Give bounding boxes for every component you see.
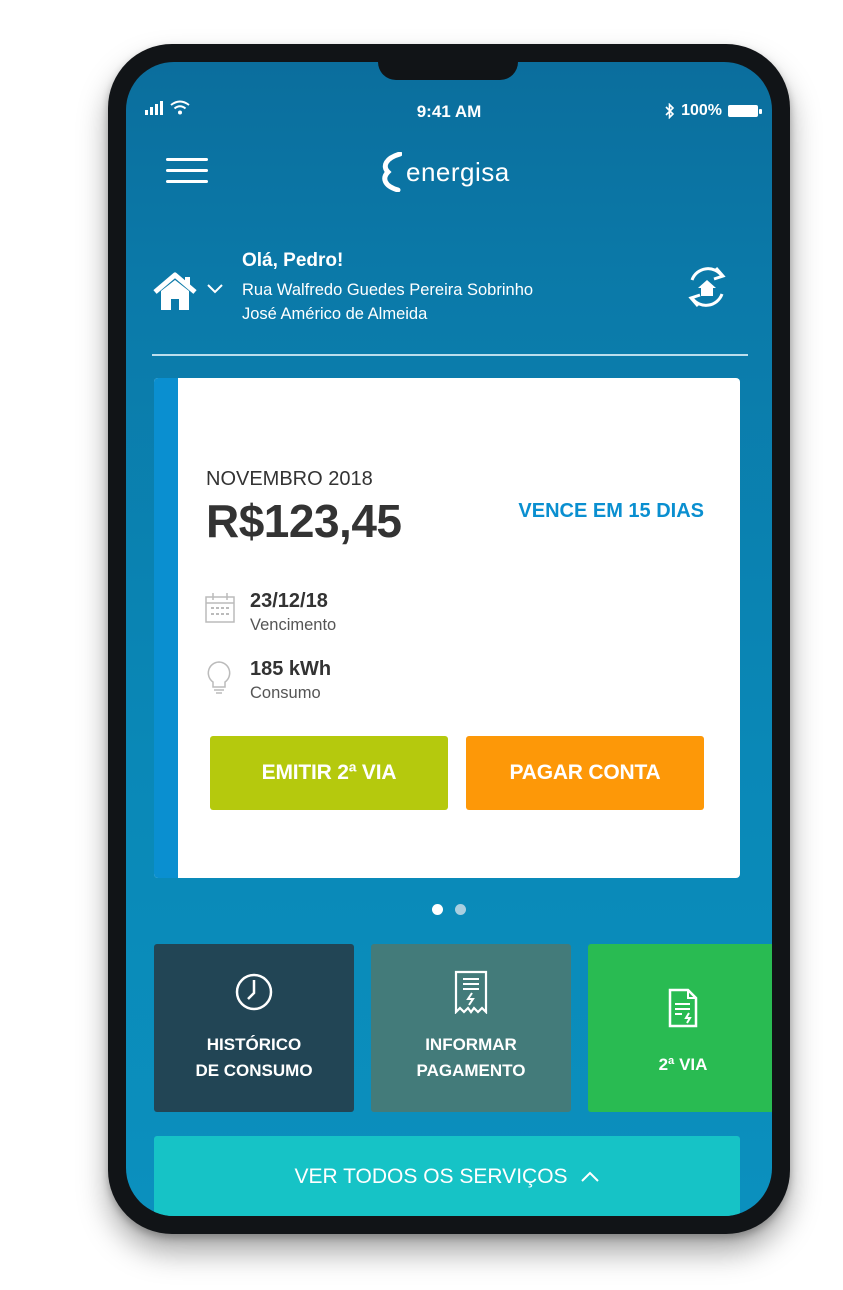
tile-label-line: DE CONSUMO (195, 1061, 313, 1080)
menu-line (166, 158, 208, 161)
brand-logo: energisa (378, 150, 510, 194)
menu-line (166, 180, 208, 183)
phone-frame: 9:41 AM 100% energisa Olá, Pedro! Rua Wa… (108, 44, 790, 1234)
all-services-button[interactable]: VER TODOS OS SERVIÇOS (154, 1136, 740, 1216)
energisa-logo-icon (382, 152, 402, 192)
tile-inform-payment[interactable]: INFORMAR PAGAMENTO (371, 944, 571, 1112)
consumption-label: Consumo (250, 684, 321, 702)
pay-bill-button[interactable]: PAGAR CONTA (466, 736, 704, 810)
carousel-indicator (126, 904, 772, 915)
account-selector[interactable]: Olá, Pedro! Rua Walfredo Guedes Pereira … (126, 246, 772, 346)
tile-label: HISTÓRICO DE CONSUMO (154, 1032, 354, 1084)
tile-duplicate-bill[interactable]: 2ª VIA (588, 944, 772, 1112)
address-line: José Américo de Almeida (242, 305, 428, 323)
app-screen: 9:41 AM 100% energisa Olá, Pedro! Rua Wa… (126, 62, 772, 1216)
bill-amount: R$123,45 (206, 495, 402, 547)
chevron-up-icon (580, 1171, 599, 1182)
carousel-dot-active[interactable] (432, 904, 443, 915)
brand-name: energisa (406, 156, 510, 187)
receipt-icon (371, 970, 571, 1014)
all-services-label: VER TODOS OS SERVIÇOS (294, 1165, 568, 1188)
due-status-badge: VENCE EM 15 DIAS (518, 500, 704, 522)
bill-card: NOVEMBRO 2018 R$123,45 VENCE EM 15 DIAS … (154, 378, 740, 878)
app-header: energisa (126, 142, 772, 202)
card-accent-strip (154, 378, 178, 878)
battery-icon (728, 105, 762, 117)
consumption-value: 185 kWh (250, 658, 332, 680)
tile-label: INFORMAR PAGAMENTO (371, 1032, 571, 1084)
due-date-label: Vencimento (250, 616, 337, 634)
header-divider (152, 354, 748, 356)
due-date-value: 23/12/18 (250, 590, 328, 612)
tile-label-line: INFORMAR (425, 1035, 517, 1054)
greeting-text: Olá, Pedro! (242, 250, 344, 271)
battery-percentage: 100% (681, 102, 722, 119)
switch-account-icon[interactable] (682, 262, 732, 312)
emit-duplicate-button[interactable]: EMITIR 2ª VIA (210, 736, 448, 810)
calendar-icon (205, 593, 235, 623)
account-address: Rua Walfredo Guedes Pereira Sobrinho Jos… (242, 278, 533, 326)
address-line: Rua Walfredo Guedes Pereira Sobrinho (242, 281, 534, 299)
tile-consumption-history[interactable]: HISTÓRICO DE CONSUMO (154, 944, 354, 1112)
phone-notch (378, 62, 518, 80)
lightbulb-icon (207, 661, 231, 694)
status-right: 100% (665, 102, 762, 120)
status-bar: 9:41 AM 100% (126, 100, 772, 124)
chevron-down-icon (207, 284, 223, 294)
tile-label: 2ª VIA (658, 1055, 708, 1074)
bluetooth-icon (665, 103, 675, 119)
menu-button[interactable] (166, 152, 208, 184)
carousel-dot[interactable] (455, 904, 466, 915)
bill-month: NOVEMBRO 2018 (206, 468, 373, 490)
tile-label-line: HISTÓRICO (206, 1035, 302, 1054)
document-icon (588, 988, 772, 1028)
home-icon (153, 272, 197, 310)
clock-icon (154, 972, 354, 1012)
tile-label-line: PAGAMENTO (416, 1061, 526, 1080)
menu-line (166, 169, 208, 172)
